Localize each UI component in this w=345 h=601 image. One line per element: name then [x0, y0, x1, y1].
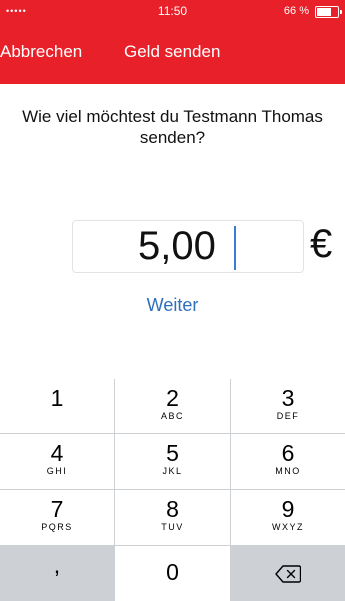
header: ••••• 11:50 66 % Abbrechen Geld senden [0, 0, 345, 84]
key-digit: 9 [281, 496, 295, 522]
key-2[interactable]: 2 ABC [115, 379, 230, 433]
cancel-button[interactable]: Abbrechen [0, 42, 82, 62]
key-digit: 0 [166, 559, 179, 585]
key-digit: 2 [166, 385, 179, 411]
battery-icon [315, 6, 342, 18]
key-comma[interactable]: , [0, 546, 114, 601]
key-letters: ABC [160, 411, 184, 421]
backspace-icon [275, 564, 301, 583]
amount-value[interactable]: 5,00 [138, 224, 216, 268]
key-9[interactable]: 9 WXYZ [231, 490, 345, 545]
key-digit: 1 [50, 385, 64, 411]
status-bar: ••••• 11:50 66 % [0, 0, 345, 24]
key-digit: 7 [50, 496, 64, 522]
key-letters: PQRS [41, 522, 73, 532]
key-4[interactable]: 4 GHI [0, 434, 114, 489]
key-1[interactable]: 1 [0, 379, 114, 433]
key-3[interactable]: 3 DEF [231, 379, 345, 433]
key-delete[interactable] [231, 546, 345, 601]
key-digit: 6 [281, 440, 295, 466]
key-digit: 5 [166, 440, 179, 466]
currency-symbol: € [310, 222, 333, 266]
text-caret [234, 226, 236, 270]
amount-question: Wie viel möchtest du Testmann Thomas sen… [22, 107, 323, 147]
key-8[interactable]: 8 TUV [115, 490, 230, 545]
key-digit: 8 [166, 496, 179, 522]
key-letters: DEF [276, 411, 300, 421]
key-letters: WXYZ [272, 522, 304, 532]
page-title: Geld senden [124, 42, 221, 61]
key-letters: JKL [162, 466, 183, 476]
key-digit: 3 [281, 385, 295, 411]
nav-bar: Abbrechen Geld senden [0, 38, 345, 68]
key-0[interactable]: 0 [115, 546, 230, 601]
key-letters: GHI [46, 466, 68, 476]
key-digit: , [53, 552, 61, 578]
numeric-keypad: 1 2 ABC 3 DEF 4 GHI 5 JKL 6 MNO 7 PQRS 8… [0, 379, 345, 601]
key-digit: 4 [50, 440, 64, 466]
key-7[interactable]: 7 PQRS [0, 490, 114, 545]
key-letters: TUV [161, 522, 184, 532]
key-6[interactable]: 6 MNO [231, 434, 345, 489]
next-button[interactable]: Weiter [0, 295, 345, 316]
key-5[interactable]: 5 JKL [115, 434, 230, 489]
key-letters: MNO [275, 466, 301, 476]
battery-percentage: 66 % [283, 5, 309, 17]
